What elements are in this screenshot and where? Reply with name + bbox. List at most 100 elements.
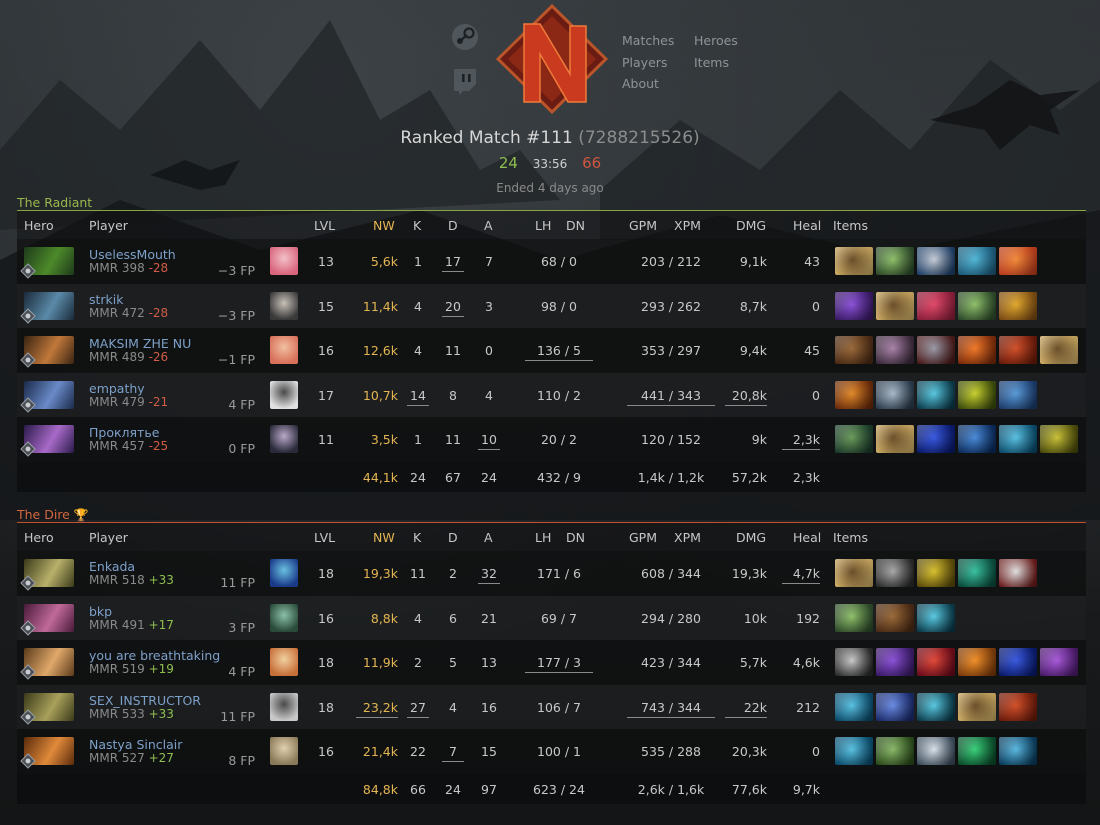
column-header-gpm[interactable]: GPM: [629, 218, 657, 233]
item-icon[interactable]: [876, 737, 914, 766]
item-icon[interactable]: [835, 559, 873, 587]
column-header-lh[interactable]: LH: [535, 218, 551, 233]
item-icon[interactable]: [958, 559, 996, 587]
item-icon[interactable]: [999, 425, 1037, 454]
player-avatar[interactable]: [270, 380, 298, 409]
item-icon[interactable]: [1040, 336, 1078, 365]
nav-link-heroes[interactable]: Heroes: [694, 30, 738, 52]
item-icon[interactable]: [999, 559, 1037, 587]
player-avatar[interactable]: [270, 425, 298, 454]
item-icon[interactable]: [958, 380, 996, 409]
item-icon[interactable]: [835, 247, 873, 275]
player-avatar[interactable]: [270, 692, 298, 721]
player-name-link[interactable]: UselessMouth: [89, 247, 176, 262]
column-header-dmg[interactable]: DMG: [736, 218, 766, 233]
item-icon[interactable]: [876, 336, 914, 365]
player-avatar[interactable]: [270, 559, 298, 587]
player-avatar[interactable]: [270, 291, 298, 320]
column-header-d[interactable]: D: [448, 218, 458, 233]
player-avatar[interactable]: [270, 737, 298, 766]
item-icon[interactable]: [999, 291, 1037, 320]
site-logo[interactable]: [495, 3, 609, 115]
column-header-xpm[interactable]: XPM: [674, 218, 701, 233]
item-icon[interactable]: [917, 425, 955, 454]
column-header-heal[interactable]: Heal: [793, 530, 821, 545]
item-icon[interactable]: [835, 336, 873, 365]
column-header-lvl[interactable]: LVL: [314, 530, 335, 545]
item-icon[interactable]: [876, 291, 914, 320]
item-icon[interactable]: [958, 692, 996, 721]
item-icon[interactable]: [876, 380, 914, 409]
nav-link-players[interactable]: Players: [622, 52, 674, 74]
player-name-link[interactable]: Enkada: [89, 559, 135, 574]
item-icon[interactable]: [917, 648, 955, 677]
player-avatar[interactable]: [270, 648, 298, 677]
player-avatar[interactable]: [270, 247, 298, 275]
item-icon[interactable]: [917, 380, 955, 409]
item-icon[interactable]: [917, 247, 955, 275]
column-header-dn[interactable]: DN: [566, 530, 585, 545]
item-icon[interactable]: [917, 336, 955, 365]
column-header-nw[interactable]: NW: [373, 530, 395, 545]
item-icon[interactable]: [835, 648, 873, 677]
column-header-nw[interactable]: NW: [373, 218, 395, 233]
player-name-link[interactable]: you are breathtaking: [89, 648, 220, 663]
column-header-dn[interactable]: DN: [566, 218, 585, 233]
item-icon[interactable]: [876, 648, 914, 677]
column-header-heal[interactable]: Heal: [793, 218, 821, 233]
item-icon[interactable]: [999, 648, 1037, 677]
item-icon[interactable]: [917, 291, 955, 320]
column-header-d[interactable]: D: [448, 530, 458, 545]
item-icon[interactable]: [876, 425, 914, 454]
item-icon[interactable]: [876, 559, 914, 587]
item-icon[interactable]: [999, 737, 1037, 766]
steam-icon[interactable]: [450, 22, 480, 52]
item-icon[interactable]: [999, 336, 1037, 365]
item-icon[interactable]: [1040, 425, 1078, 454]
player-avatar[interactable]: [270, 336, 298, 365]
column-header-a[interactable]: A: [484, 530, 493, 545]
player-name-link[interactable]: strkik: [89, 292, 124, 307]
item-icon[interactable]: [917, 692, 955, 721]
item-icon[interactable]: [999, 380, 1037, 409]
column-header-xpm[interactable]: XPM: [674, 530, 701, 545]
player-name-link[interactable]: Nastya Sinclair: [89, 737, 182, 752]
item-icon[interactable]: [999, 692, 1037, 721]
item-icon[interactable]: [835, 425, 873, 454]
item-icon[interactable]: [835, 291, 873, 320]
column-header-gpm[interactable]: GPM: [629, 530, 657, 545]
column-header-k[interactable]: K: [413, 530, 421, 545]
item-icon[interactable]: [958, 336, 996, 365]
player-name-link[interactable]: SEX_INSTRUCTOR: [89, 693, 201, 708]
item-icon[interactable]: [835, 380, 873, 409]
item-icon[interactable]: [958, 425, 996, 454]
player-name-link[interactable]: MAKSIM ZHE NU: [89, 336, 191, 351]
item-icon[interactable]: [835, 737, 873, 766]
column-header-dmg[interactable]: DMG: [736, 530, 766, 545]
match-id[interactable]: (7288215526): [578, 128, 699, 148]
item-icon[interactable]: [835, 603, 873, 632]
nav-link-about[interactable]: About: [622, 73, 674, 95]
item-icon[interactable]: [958, 247, 996, 275]
nav-link-matches[interactable]: Matches: [622, 30, 674, 52]
item-icon[interactable]: [958, 291, 996, 320]
item-icon[interactable]: [835, 692, 873, 721]
item-icon[interactable]: [917, 603, 955, 632]
item-icon[interactable]: [876, 247, 914, 275]
column-header-k[interactable]: K: [413, 218, 421, 233]
item-icon[interactable]: [917, 737, 955, 766]
column-header-lvl[interactable]: LVL: [314, 218, 335, 233]
item-icon[interactable]: [999, 247, 1037, 275]
item-icon[interactable]: [958, 648, 996, 677]
player-name-link[interactable]: empathy: [89, 381, 145, 396]
item-icon[interactable]: [958, 737, 996, 766]
nav-link-items[interactable]: Items: [694, 52, 738, 74]
player-name-link[interactable]: bkp: [89, 604, 112, 619]
item-icon[interactable]: [1040, 648, 1078, 677]
item-icon[interactable]: [917, 559, 955, 587]
player-name-link[interactable]: Проклятье: [89, 425, 159, 440]
item-icon[interactable]: [876, 692, 914, 721]
twitch-icon[interactable]: [450, 66, 480, 96]
item-icon[interactable]: [876, 603, 914, 632]
player-avatar[interactable]: [270, 603, 298, 632]
